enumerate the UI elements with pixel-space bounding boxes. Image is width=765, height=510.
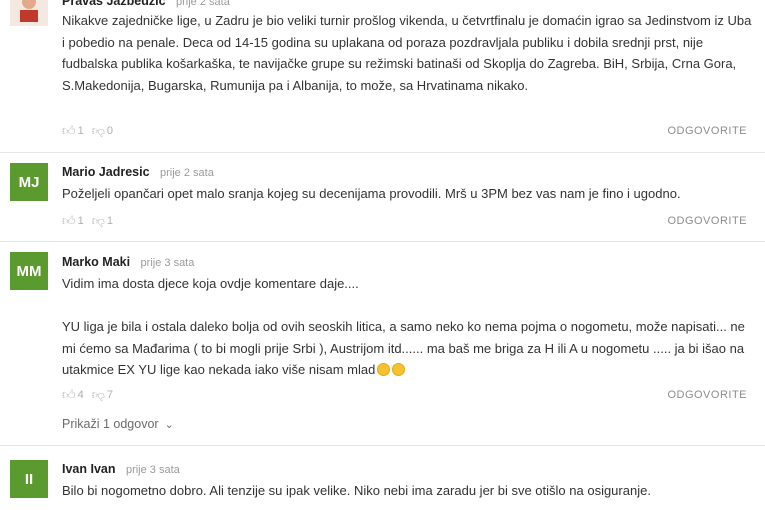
thumbs-up-icon: 👍︎ <box>62 213 76 228</box>
comment-time: prije 3 sata <box>140 257 195 269</box>
dislike-count: 1 <box>106 215 114 227</box>
avatar-initials: II <box>24 470 34 488</box>
like-button[interactable]: 👍︎ 4 <box>62 387 84 403</box>
like-count: 1 <box>77 125 84 137</box>
avatar-initials: MM <box>16 262 42 280</box>
comment-2: MJ Mario Jadresic prije 2 sata Poželjeli… <box>0 153 765 241</box>
avatar-initials: MJ <box>18 173 40 191</box>
thumbs-up-icon: 👍︎ <box>62 123 76 138</box>
thumbs-down-icon: 👎︎ <box>91 213 105 228</box>
comment-text-paragraph-2: YU liga je bila i ostala daleko bolja od… <box>62 316 752 381</box>
like-count: 1 <box>77 215 84 227</box>
dislike-count: 0 <box>106 125 114 137</box>
like-count: 4 <box>77 389 84 401</box>
smiley-emoji-icon <box>377 363 391 376</box>
vote-bar: 👍︎ 1 👎︎ 0 <box>62 123 121 139</box>
author-name[interactable]: Pravas Jazbedzic <box>62 0 166 8</box>
comment-body: Nikakve zajedničke lige, u Zadru je bio … <box>62 10 752 96</box>
thumbs-up-icon: 👍︎ <box>62 387 76 402</box>
dislike-button[interactable]: 👎︎ 0 <box>92 123 113 139</box>
comment-body: Poželjeli opančari opet malo sranja koje… <box>62 183 752 205</box>
author-name[interactable]: Marko Maki <box>62 255 130 269</box>
comment-3: MM Marko Maki prije 3 sata Vidim ima dos… <box>0 242 765 442</box>
comment-time: prije 2 sata <box>160 167 214 179</box>
comment-4: II Ivan Ivan prije 3 sata Bilo bi nogome… <box>0 446 765 510</box>
user-avatar[interactable]: MM <box>10 252 48 290</box>
thumbs-down-icon: 👎︎ <box>91 123 105 138</box>
comment-time: prije 2 sata <box>176 0 230 8</box>
vote-bar: 👍︎ 4 👎︎ 7 <box>62 387 121 403</box>
user-avatar[interactable] <box>10 0 48 26</box>
show-replies-label: Prikaži 1 odgovor <box>62 417 159 431</box>
comment-body: Bilo bi nogometno dobro. Ali tenzije su … <box>62 480 752 502</box>
comment-header: Pravas Jazbedzic prije 2 sata <box>62 0 230 10</box>
cartoon-avatar-icon <box>10 0 48 26</box>
author-name[interactable]: Ivan Ivan <box>62 462 116 476</box>
vote-bar: 👍︎ 1 👎︎ 1 <box>62 213 121 229</box>
reply-button[interactable]: ODGOVORITE <box>667 389 747 401</box>
dislike-button[interactable]: 👎︎ 1 <box>92 213 113 229</box>
comment-text: Bilo bi nogometno dobro. Ali tenzije su … <box>62 483 651 498</box>
chevron-down-icon: ⌄ <box>164 418 174 431</box>
comment-text: Poželjeli opančari opet malo sranja koje… <box>62 186 681 201</box>
comment-time: prije 3 sata <box>125 464 180 476</box>
dislike-count: 7 <box>106 389 114 401</box>
author-name[interactable]: Mario Jadresic <box>62 165 150 179</box>
show-replies-button[interactable]: Prikaži 1 odgovor ⌄ <box>62 417 174 431</box>
user-avatar[interactable]: II <box>10 460 48 498</box>
thumbs-down-icon: 👎︎ <box>91 387 105 402</box>
comment-header: Marko Maki prije 3 sata <box>62 253 194 271</box>
smiley-emoji-icon <box>392 363 406 376</box>
user-avatar[interactable]: MJ <box>10 163 48 201</box>
comment-text: Vidim ima dosta djece koja ovdje komenta… <box>62 276 359 291</box>
comment-header: Ivan Ivan prije 3 sata <box>62 460 180 478</box>
like-button[interactable]: 👍︎ 1 <box>62 123 84 139</box>
reply-button[interactable]: ODGOVORITE <box>667 125 747 137</box>
reply-button[interactable]: ODGOVORITE <box>667 215 747 227</box>
comment-header: Mario Jadresic prije 2 sata <box>62 163 214 181</box>
comment-text: Nikakve zajedničke lige, u Zadru je bio … <box>62 13 752 93</box>
dislike-button[interactable]: 👎︎ 7 <box>92 387 113 403</box>
comment-1: Pravas Jazbedzic prije 2 sata Nikakve za… <box>0 0 765 150</box>
comment-body: Vidim ima dosta djece koja ovdje komenta… <box>62 273 752 381</box>
like-button[interactable]: 👍︎ 1 <box>62 213 84 229</box>
